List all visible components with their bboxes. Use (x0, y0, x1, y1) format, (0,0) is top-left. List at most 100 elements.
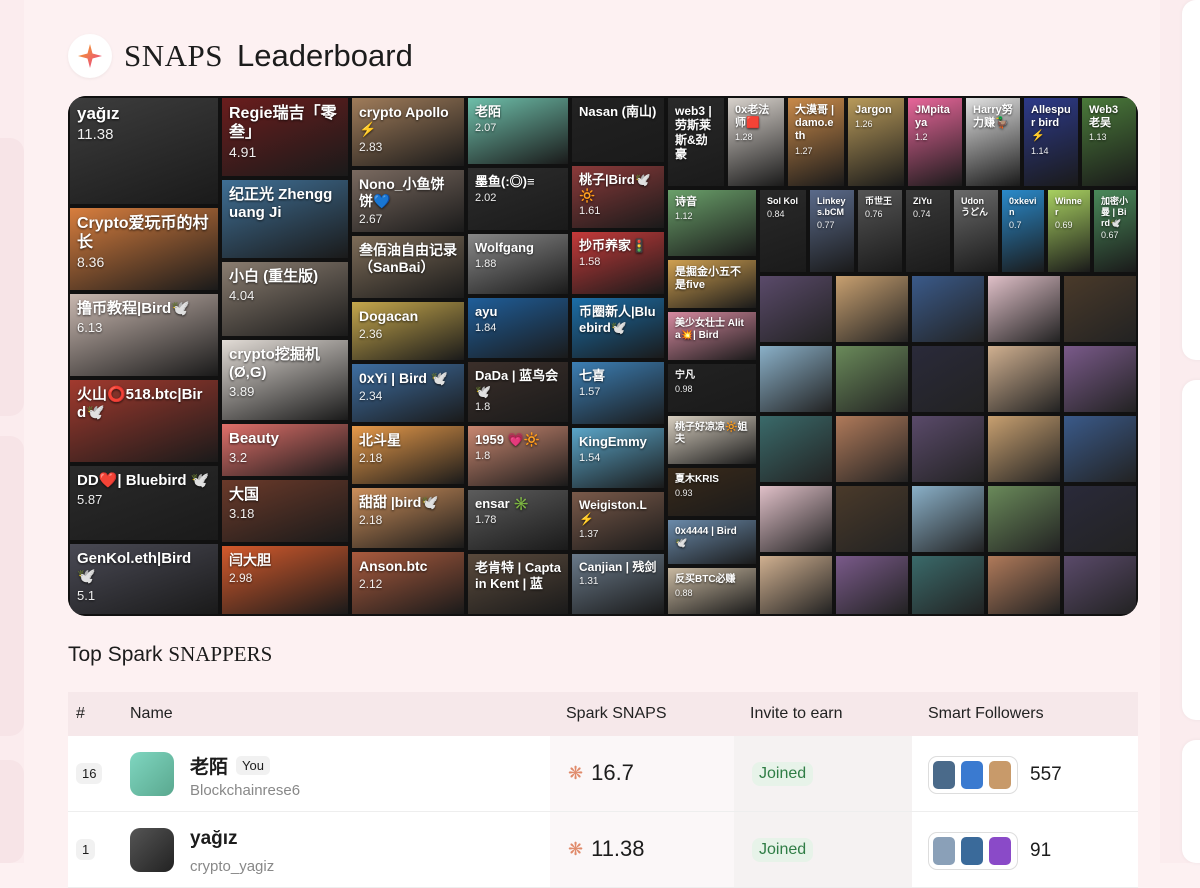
treemap-tile[interactable]: Regie瑞吉「零叁」 4.91 (220, 96, 350, 178)
treemap-tile[interactable]: ensar ✳️ 1.78 (466, 488, 570, 552)
avatar[interactable] (130, 752, 174, 796)
treemap-avatar-tile[interactable] (910, 414, 986, 484)
treemap-tile[interactable]: Web3老吴 1.13 (1080, 96, 1138, 188)
smart-followers[interactable]: 91 (928, 832, 1051, 870)
treemap-tile[interactable]: 墨鱼(:◎)≡ 2.02 (466, 166, 570, 232)
treemap-avatar-tile[interactable] (910, 554, 986, 616)
tile-value: 2.18 (359, 512, 383, 527)
treemap-tile[interactable]: 美少女壮士 Alita💥| Bird (666, 310, 758, 362)
treemap-avatar-tile[interactable] (1062, 414, 1138, 484)
treemap-tile[interactable]: Sol Kol 0.84 (758, 188, 808, 274)
treemap-tile[interactable]: 0xYi | Bird 🕊️ 2.34 (350, 362, 466, 424)
treemap-tile[interactable]: 大国 3.18 (220, 478, 350, 544)
treemap-tile[interactable]: Crypto爱玩币的村长 8.36 (68, 206, 220, 292)
treemap-tile[interactable]: 桃子|Bird🕊️🔆 1.61 (570, 164, 666, 230)
treemap-tile[interactable]: Jargon 1.26 (846, 96, 906, 188)
tile-name: Udon うどん (961, 196, 989, 217)
treemap-avatar-tile[interactable] (910, 344, 986, 414)
treemap-tile[interactable]: yağız 11.38 (68, 96, 220, 206)
treemap-tile[interactable]: Anson.btc 2.12 (350, 550, 466, 616)
treemap-tile[interactable]: 老陌 2.07 (466, 96, 570, 166)
table-row[interactable]: 16 老陌 You Blockchainrese6 ❋ 16.7 Joined 55… (68, 736, 1138, 812)
treemap-avatar-tile[interactable] (910, 274, 986, 344)
treemap-avatar-tile[interactable] (834, 344, 910, 414)
treemap-tile[interactable]: KingEmmy 1.54 (570, 426, 666, 490)
treemap-tile[interactable]: ZiYu 0.74 (904, 188, 952, 274)
treemap-tile[interactable]: web3 | 劳斯莱斯&劲豪 (666, 96, 726, 188)
treemap-avatar-tile[interactable] (834, 274, 910, 344)
treemap-tile[interactable]: GenKol.eth|Bird 🕊️ 5.1 (68, 542, 220, 616)
tile-name: Canjian | 残剑 (579, 560, 657, 574)
treemap-tile[interactable]: 桃子好凉凉🔆姐夫 (666, 414, 758, 466)
treemap-avatar-tile[interactable] (986, 414, 1062, 484)
treemap-tile[interactable]: 大漠哥 | damo.eth 1.27 (786, 96, 846, 188)
treemap-tile[interactable]: DD❤️| Bluebird 🕊️ 5.87 (68, 464, 220, 542)
treemap-avatar-tile[interactable] (834, 484, 910, 554)
treemap-tile[interactable]: Allespur bird⚡ 1.14 (1022, 96, 1080, 188)
treemap-avatar-tile[interactable] (758, 274, 834, 344)
treemap-tile[interactable]: Harry努力赚🦆 (964, 96, 1022, 188)
treemap-tile[interactable]: crypto Apollo⚡ 2.83 (350, 96, 466, 168)
snaps-cell: ❋ 16.7 (550, 736, 734, 811)
treemap-tile[interactable]: Winner 0.69 (1046, 188, 1092, 274)
treemap-avatar-tile[interactable] (986, 344, 1062, 414)
treemap-tile[interactable]: 火山⭕️518.btc|Bird🕊️ (68, 378, 220, 464)
treemap-avatar-tile[interactable] (910, 484, 986, 554)
table-row[interactable]: 1 yağız crypto_yagiz ❋ 11.38 Joined 91 (68, 812, 1138, 888)
treemap-tile[interactable]: 北斗星 2.18 (350, 424, 466, 486)
treemap-tile[interactable]: 七喜 1.57 (570, 360, 666, 426)
treemap-tile[interactable]: 甜甜 |bird🕊️ 2.18 (350, 486, 466, 550)
treemap-tile[interactable]: 夏木KRIS 0.93 (666, 466, 758, 518)
treemap-avatar-tile[interactable] (758, 344, 834, 414)
treemap-tile[interactable]: Nasan (南山) (570, 96, 666, 164)
treemap-tile[interactable]: 币圈新人|Bluebird🕊️ (570, 296, 666, 360)
treemap-avatar-tile[interactable] (1062, 484, 1138, 554)
treemap-tile[interactable]: 撸币教程|Bird🕊️ 6.13 (68, 292, 220, 378)
treemap-avatar-tile[interactable] (986, 274, 1062, 344)
treemap-tile[interactable]: Dogacan 2.36 (350, 300, 466, 362)
treemap-tile[interactable]: 抄币养家🚦 1.58 (570, 230, 666, 296)
tile-value: 1.31 (579, 576, 599, 588)
treemap-tile[interactable]: 加密小曼 | Bird🕊️ 0.67 (1092, 188, 1138, 274)
treemap-tile[interactable]: 闫大胆 2.98 (220, 544, 350, 616)
treemap-tile[interactable]: 纪正光 Zhengguang Ji (220, 178, 350, 260)
tile-name: 美少女壮士 Alita💥| Bird (675, 318, 744, 341)
treemap-avatar-tile[interactable] (1062, 554, 1138, 616)
treemap-avatar-tile[interactable] (1062, 274, 1138, 344)
treemap-tile[interactable]: 诗音 1.12 (666, 188, 758, 258)
treemap-tile[interactable]: 叁佰油自由记录（SanBai） (350, 234, 466, 300)
avatar[interactable] (130, 828, 174, 872)
treemap-tile[interactable]: 币世王 0.76 (856, 188, 904, 274)
treemap-tile[interactable]: 1959 💗🔆 1.8 (466, 424, 570, 488)
treemap-tile[interactable]: Udon うどん (952, 188, 1000, 274)
treemap-tile[interactable]: Weigiston.L⚡ 1.37 (570, 490, 666, 552)
treemap-tile[interactable]: 宁凡 0.98 (666, 362, 758, 414)
treemap-tile[interactable]: JMpitaya 1.2 (906, 96, 964, 188)
treemap-tile[interactable]: crypto挖掘机 (Ø,G) 3.89 (220, 338, 350, 422)
treemap-tile[interactable]: 0xkevin 0.7 (1000, 188, 1046, 274)
treemap-tile[interactable]: 老肯特 | Captain Kent | 蓝 (466, 552, 570, 616)
treemap-avatar-tile[interactable] (758, 414, 834, 484)
smart-followers[interactable]: 557 (928, 756, 1062, 794)
treemap-avatar-tile[interactable] (758, 484, 834, 554)
treemap-tile[interactable]: 0x老法师🟥 1.28 (726, 96, 786, 188)
treemap-avatar-tile[interactable] (1062, 344, 1138, 414)
treemap-avatar-tile[interactable] (834, 414, 910, 484)
treemap-avatar-tile[interactable] (986, 554, 1062, 616)
treemap-tile[interactable]: 小白 (重生版) 4.04 (220, 260, 350, 338)
treemap-tile[interactable]: Wolfgang 1.88 (466, 232, 570, 296)
treemap-avatar-tile[interactable] (758, 554, 834, 616)
treemap-avatar-tile[interactable] (834, 554, 910, 616)
treemap-avatar-tile[interactable] (986, 484, 1062, 554)
treemap-tile[interactable]: Linkeys.bCM 0.77 (808, 188, 856, 274)
tile-name: 大漠哥 | damo.eth (795, 104, 835, 143)
treemap-tile[interactable]: ayu 1.84 (466, 296, 570, 360)
treemap-tile[interactable]: Canjian | 残剑 1.31 (570, 552, 666, 616)
treemap-tile[interactable]: Nono_小鱼饼饼💙 2.67 (350, 168, 466, 234)
user-handle: crypto_yagiz (190, 858, 275, 875)
treemap-tile[interactable]: DaDa | 蓝鸟会🕊️ 1.8 (466, 360, 570, 424)
treemap-tile[interactable]: 是掘金小五不是five (666, 258, 758, 310)
treemap-tile[interactable]: 0x4444 | Bird🕊️ (666, 518, 758, 566)
treemap-tile[interactable]: 反买BTC必赚 0.88 (666, 566, 758, 616)
treemap-tile[interactable]: Beauty 3.2 (220, 422, 350, 478)
